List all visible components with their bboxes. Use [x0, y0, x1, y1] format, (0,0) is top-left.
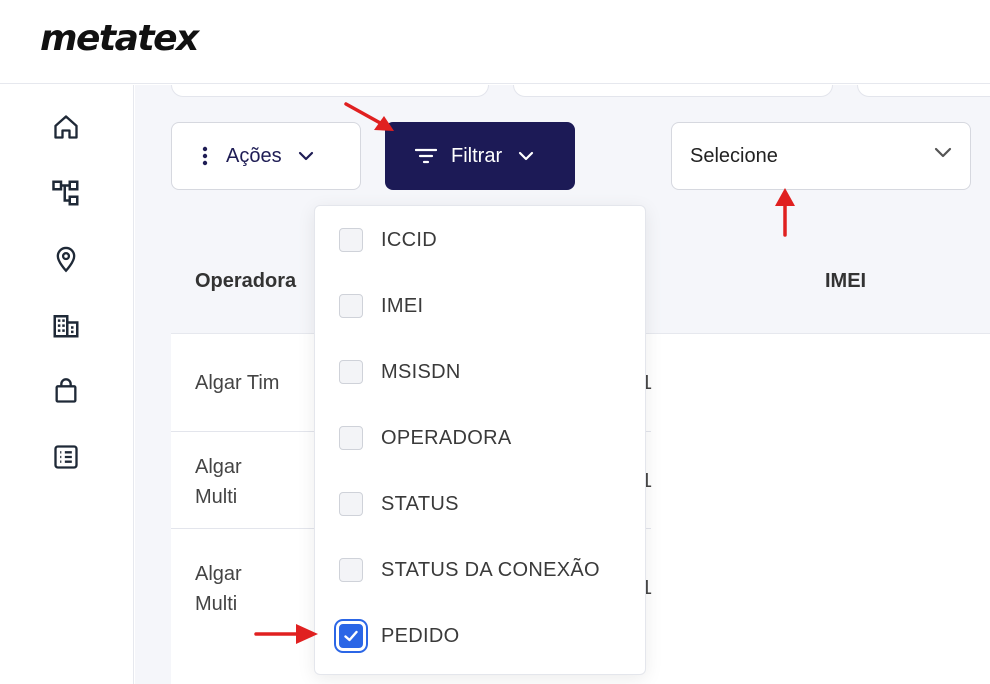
checkbox[interactable] [339, 360, 363, 384]
column-header-imei[interactable]: IMEI [825, 270, 866, 293]
filter-label: Filtrar [451, 144, 503, 167]
filter-option-label: IMEI [381, 294, 424, 317]
list-icon[interactable] [50, 441, 82, 473]
filter-option-label: PEDIDO [381, 624, 460, 647]
app-logo[interactable]: metatex [40, 18, 199, 59]
summary-card [857, 85, 990, 97]
home-icon[interactable] [50, 111, 82, 143]
filter-option-imei[interactable]: IMEI [315, 273, 645, 339]
cell-operadora: Algar Multi [195, 563, 242, 615]
filter-option-label: STATUS DA CONEXÃO [381, 558, 600, 581]
buildings-icon[interactable] [50, 309, 82, 341]
filter-icon [415, 148, 437, 164]
checkbox[interactable] [339, 558, 363, 582]
checkbox[interactable] [339, 228, 363, 252]
summary-card [171, 85, 489, 97]
annotation-arrow-icon [775, 188, 795, 237]
summary-card [513, 85, 833, 97]
filter-option-iccid[interactable]: ICCID [315, 207, 645, 273]
filter-option-operadora[interactable]: OPERADORA [315, 405, 645, 471]
column-header-operadora[interactable]: Operadora [195, 270, 296, 293]
filter-dropdown-menu: ICCID IMEI MSISDN OPERADORA STATUS STATU… [314, 205, 646, 675]
checkbox-checked[interactable] [339, 624, 363, 648]
chevron-down-icon [934, 147, 952, 158]
annotation-arrow-icon [254, 624, 318, 644]
cell-operadora: Algar Multi [195, 456, 242, 508]
chevron-down-icon [519, 151, 534, 161]
checkbox[interactable] [339, 294, 363, 318]
filter-option-label: ICCID [381, 228, 437, 251]
column-select[interactable]: Selecione [671, 122, 971, 190]
location-pin-icon[interactable] [50, 243, 82, 275]
cell-operadora: Algar Tim [195, 372, 280, 394]
checkbox[interactable] [339, 426, 363, 450]
top-bar: metatex [0, 0, 990, 84]
filter-option-msisdn[interactable]: MSISDN [315, 339, 645, 405]
filter-option-label: MSISDN [381, 360, 461, 383]
more-vertical-icon [202, 146, 208, 166]
chevron-down-icon [298, 151, 313, 161]
shopping-bag-icon[interactable] [50, 375, 82, 407]
select-placeholder: Selecione [690, 144, 778, 167]
filter-option-pedido[interactable]: PEDIDO [315, 603, 645, 669]
actions-label: Ações [226, 144, 282, 167]
hierarchy-icon[interactable] [50, 177, 82, 209]
sidebar [0, 85, 134, 684]
filter-option-label: STATUS [381, 492, 459, 515]
actions-button[interactable]: Ações [171, 122, 361, 190]
filter-option-label: OPERADORA [381, 426, 512, 449]
filter-button[interactable]: Filtrar [385, 122, 575, 190]
checkbox[interactable] [339, 492, 363, 516]
filter-option-status[interactable]: STATUS [315, 471, 645, 537]
annotation-arrow-icon [344, 102, 394, 131]
filter-option-status-conexao[interactable]: STATUS DA CONEXÃO [315, 537, 645, 603]
checkmark-icon [344, 630, 358, 642]
